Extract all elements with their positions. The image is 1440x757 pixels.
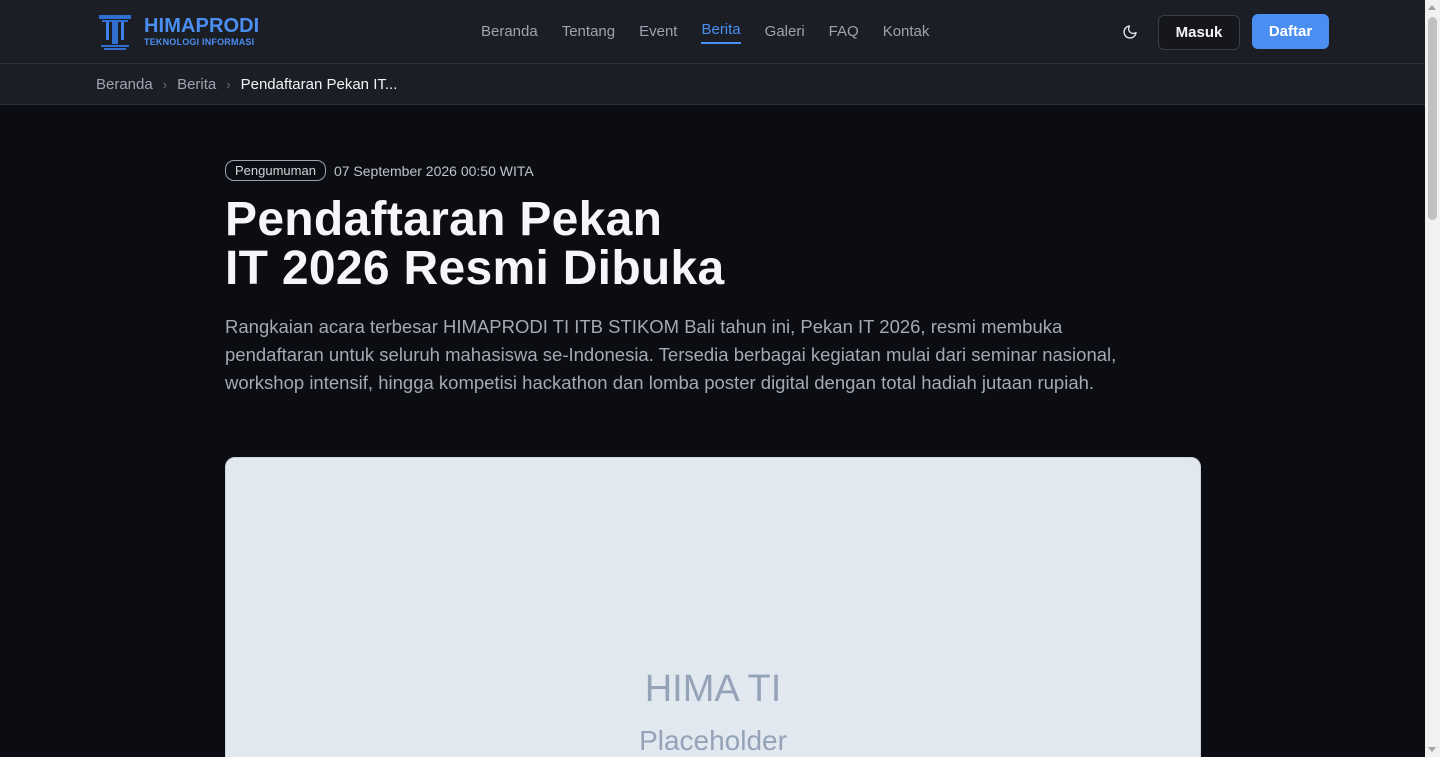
chevron-right-icon: ›	[162, 76, 168, 92]
register-button[interactable]: Daftar	[1252, 14, 1329, 49]
site-header: HIMAPRODI TEKNOLOGI INFORMASI Beranda Te…	[0, 0, 1425, 64]
scroll-up-arrow-icon[interactable]	[1428, 5, 1436, 10]
chevron-right-icon: ›	[226, 76, 231, 92]
scrollbar-thumb[interactable]	[1428, 17, 1437, 220]
nav-galeri[interactable]: Galeri	[765, 0, 805, 64]
brand-subtitle: TEKNOLOGI INFORMASI	[144, 37, 255, 47]
brand-title: HIMAPRODI	[144, 15, 260, 37]
category-badge: Pengumuman	[225, 160, 326, 181]
breadcrumb-item-current: Pendaftaran Pekan IT...	[240, 75, 398, 93]
article-lead: Rangkaian acara terbesar HIMAPRODI TI IT…	[225, 316, 1117, 393]
hero-image-text: HIMA TI	[644, 668, 782, 710]
article-meta: Pengumuman 07 September 2026 00:50 WITA	[225, 160, 534, 181]
hero-image-subtext: Placeholder	[639, 725, 787, 756]
nav-faq[interactable]: FAQ	[829, 0, 859, 64]
login-button[interactable]: Masuk	[1158, 15, 1240, 50]
breadcrumb-item-beranda[interactable]: Beranda	[96, 76, 153, 93]
scroll-down-arrow-icon[interactable]	[1428, 747, 1436, 752]
tower-pillar-logo	[99, 15, 131, 50]
brand[interactable]: HIMAPRODI TEKNOLOGI INFORMASI	[98, 13, 259, 51]
article-title-line1: Pendaftaran Pekan	[225, 193, 663, 246]
main-nav: Beranda Tentang Event Berita Galeri FAQ …	[481, 0, 953, 64]
article-date: 07 September 2026 00:50 WITA	[333, 162, 534, 179]
breadcrumb: Beranda › Berita › Pendaftaran Pekan IT.…	[96, 64, 397, 104]
vertical-scrollbar[interactable]	[1425, 0, 1440, 757]
article-title: Pendaftaran Pekan IT 2026 Resmi Dibuka	[225, 195, 825, 293]
breadcrumb-bar: Beranda › Berita › Pendaftaran Pekan IT.…	[0, 64, 1425, 105]
nav-kontak[interactable]: Kontak	[883, 0, 930, 64]
nav-berita[interactable]: Berita	[701, 0, 741, 64]
article-hero-image: HIMA TI Placeholder	[225, 457, 1201, 757]
nav-tentang[interactable]: Tentang	[562, 0, 615, 64]
nav-beranda[interactable]: Beranda	[481, 0, 538, 64]
article-title-line2: IT 2026 Resmi Dibuka	[225, 242, 725, 295]
nav-event[interactable]: Event	[639, 0, 677, 64]
theme-toggle-button[interactable]	[1119, 21, 1141, 43]
moon-icon	[1123, 25, 1137, 39]
breadcrumb-item-berita[interactable]: Berita	[177, 76, 216, 93]
